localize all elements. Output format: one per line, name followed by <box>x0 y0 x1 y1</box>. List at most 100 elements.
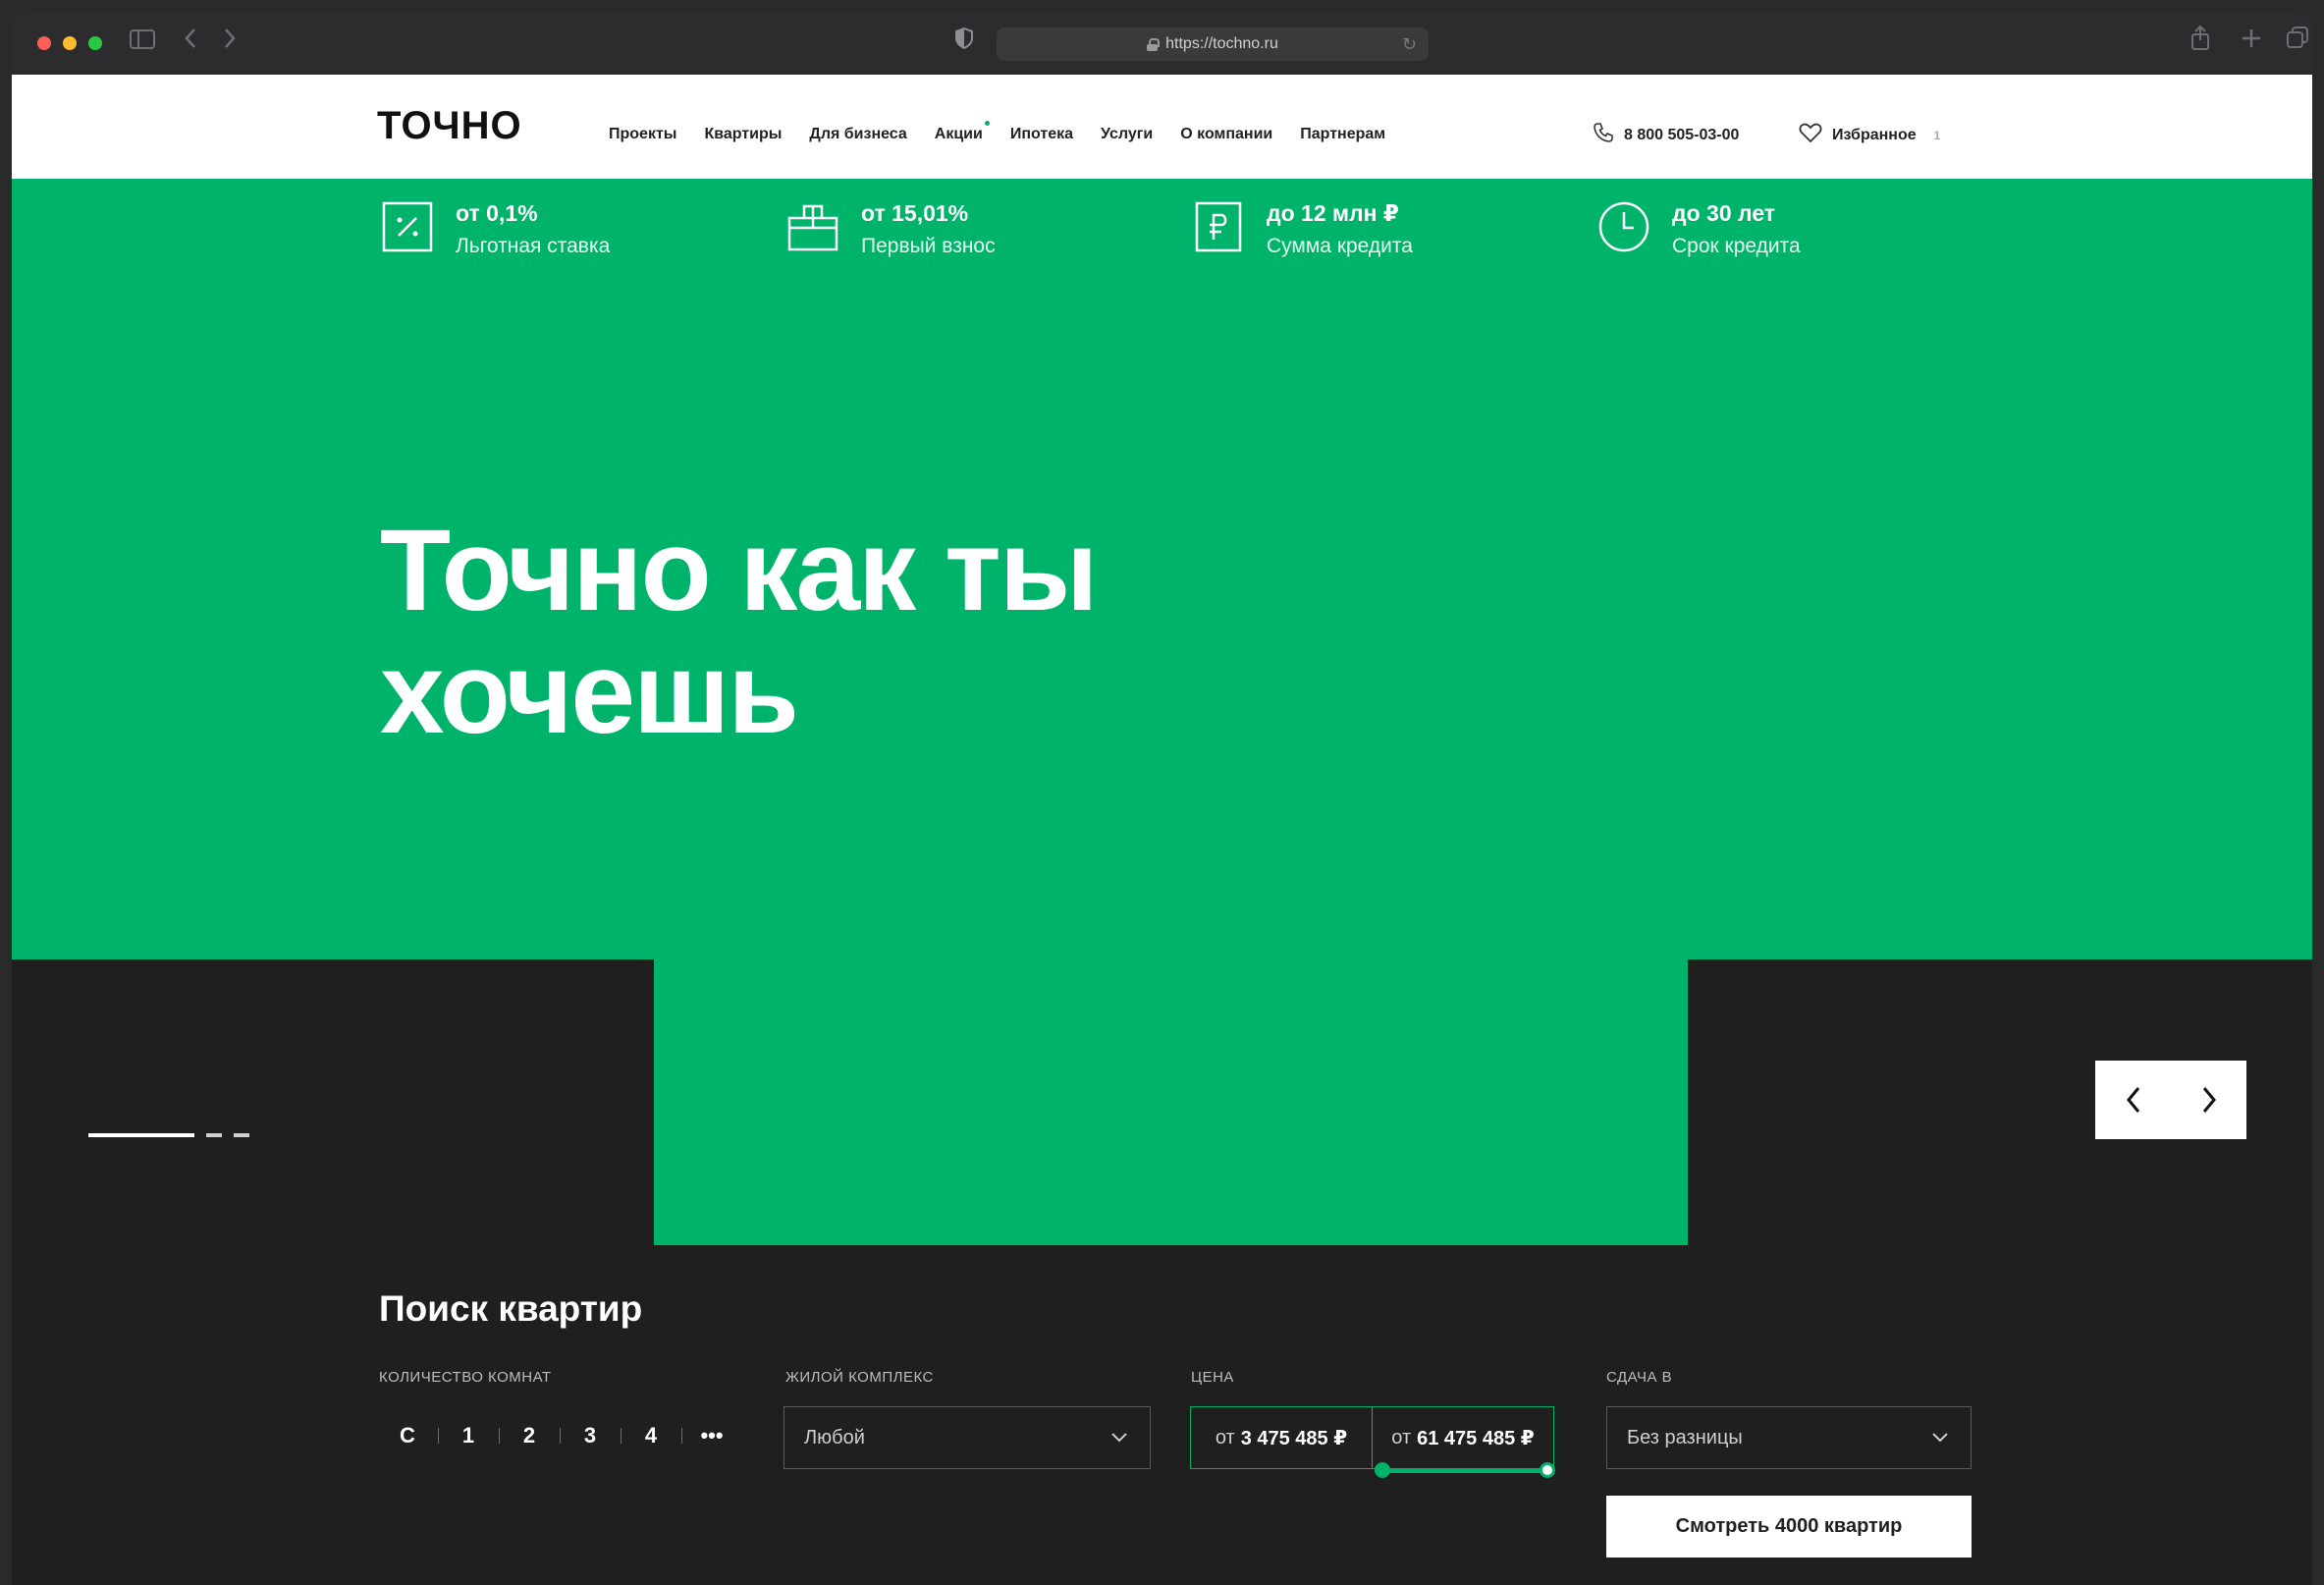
ruble-icon <box>1192 200 1245 253</box>
room-option-1[interactable]: 1 <box>438 1423 499 1448</box>
clock-icon <box>1597 200 1650 253</box>
nav-item-projects[interactable]: Проекты <box>609 126 676 143</box>
price-min-handle[interactable] <box>1375 1462 1390 1478</box>
search-title: Поиск квартир <box>379 1288 643 1329</box>
hero-title: Точно как ты хочешь <box>380 510 1264 755</box>
delivery-select[interactable]: Без разницы <box>1606 1406 1972 1469</box>
room-option-2[interactable]: 2 <box>499 1423 560 1448</box>
room-option-3[interactable]: 3 <box>560 1423 621 1448</box>
benefit-loan-amount: до 12 млн ₽ Сумма кредита <box>1192 192 1597 258</box>
nav-item-about[interactable]: О компании <box>1180 126 1272 143</box>
benefit-label: Срок кредита <box>1672 235 1801 257</box>
nav-item-partners[interactable]: Партнерам <box>1300 126 1385 143</box>
rooms-label: Количество комнат <box>379 1369 552 1386</box>
slide-indicator-2[interactable] <box>206 1133 222 1137</box>
tab-overview-icon[interactable] <box>2286 26 2309 56</box>
benefit-label: Льготная ставка <box>456 235 611 257</box>
phone-icon <box>1593 122 1614 148</box>
back-icon[interactable] <box>184 26 197 56</box>
main-nav: Проекты Квартиры Для бизнеса Акции Ипоте… <box>609 121 1385 143</box>
benefit-rate: от 0,1% Льготная ставка <box>381 192 786 258</box>
reload-icon[interactable]: ↻ <box>1402 34 1417 55</box>
hero-image-placeholder <box>654 959 1688 1245</box>
site-header: ТОЧНО Проекты Квартиры Для бизнеса Акции… <box>12 75 2312 179</box>
nav-item-promotions-label: Акции <box>934 126 983 142</box>
delivery-label: Сдача в <box>1606 1369 1673 1386</box>
complex-select[interactable]: Любой <box>784 1406 1151 1469</box>
benefit-value: от 0,1% <box>456 200 538 226</box>
price-from-prefix: от <box>1215 1426 1235 1448</box>
chevron-left-icon <box>2126 1087 2139 1113</box>
slide-indicator-1[interactable] <box>88 1133 194 1137</box>
price-to-value: 61 475 485 ₽ <box>1417 1427 1535 1449</box>
favorites-label: Избранное <box>1832 126 1917 143</box>
forward-icon[interactable] <box>223 26 237 56</box>
url-text: https://tochno.ru <box>1165 35 1278 52</box>
favorites-count: 1 <box>1933 128 1941 142</box>
nav-item-services[interactable]: Услуги <box>1101 126 1153 143</box>
price-to-prefix: от <box>1391 1426 1412 1448</box>
benefit-down-payment: от 15,01% Первый взнос <box>786 192 1192 258</box>
address-bar[interactable]: https://tochno.ru ↻ <box>997 27 1429 61</box>
maximize-window-button[interactable] <box>88 36 102 50</box>
browser-titlebar: https://tochno.ru ↻ <box>12 12 2312 75</box>
benefit-value: до 30 лет <box>1672 200 1776 226</box>
benefit-term-text: до 30 лет Срок кредита <box>1672 192 1801 258</box>
favorites-link[interactable]: Избранное 1 <box>1799 122 1940 148</box>
complex-value: Любой <box>804 1426 865 1448</box>
chevron-down-icon <box>1931 1427 1949 1449</box>
complex-label: Жилой комплекс <box>785 1369 934 1386</box>
room-option-studio[interactable]: С <box>377 1423 438 1448</box>
hero-banner: от 0,1% Льготная ставка от 15,01% Первый… <box>12 179 2312 959</box>
benefit-loan-amount-text: до 12 млн ₽ Сумма кредита <box>1267 192 1413 258</box>
price-label: Цена <box>1191 1369 1234 1386</box>
nav-item-apartments[interactable]: Квартиры <box>704 126 782 143</box>
slider-arrows <box>2095 1061 2246 1139</box>
rooms-selector: С 1 2 3 4 ••• <box>377 1406 742 1465</box>
slide-next-button[interactable] <box>2185 1070 2234 1129</box>
percent-icon <box>381 200 434 253</box>
benefit-value: от 15,01% <box>861 200 969 226</box>
minimize-window-button[interactable] <box>63 36 77 50</box>
nav-item-mortgage[interactable]: Ипотека <box>1010 126 1073 143</box>
price-from-input[interactable]: от 3 475 485 ₽ <box>1190 1406 1373 1469</box>
benefit-label: Сумма кредита <box>1267 235 1413 257</box>
benefit-rate-text: от 0,1% Льготная ставка <box>456 192 610 258</box>
sidebar-toggle-icon[interactable] <box>130 26 155 56</box>
heart-icon <box>1799 122 1822 148</box>
close-window-button[interactable] <box>37 36 51 50</box>
show-apartments-button[interactable]: Смотреть 4000 квартир <box>1606 1496 1972 1558</box>
benefit-label: Первый взнос <box>861 235 996 257</box>
lock-icon <box>1147 37 1161 51</box>
window-controls <box>37 36 102 50</box>
mortgage-benefits: от 0,1% Льготная ставка от 15,01% Первый… <box>381 192 2003 258</box>
price-range-track <box>1382 1469 1547 1473</box>
nav-item-business[interactable]: Для бизнеса <box>809 126 906 143</box>
nav-item-promotions[interactable]: Акции <box>934 121 990 143</box>
hero-title-line1: Точно как ты <box>380 506 1099 635</box>
chevron-right-icon <box>2202 1087 2216 1113</box>
phone-number: 8 800 505-03-00 <box>1624 126 1740 143</box>
browser-window: https://tochno.ru ↻ ТОЧНО Проекты Кварти… <box>12 12 2312 1585</box>
slide-indicator-3[interactable] <box>234 1133 249 1137</box>
room-option-4[interactable]: 4 <box>621 1423 681 1448</box>
price-to-input[interactable]: от 61 475 485 ₽ <box>1372 1406 1554 1469</box>
privacy-shield-icon[interactable] <box>954 26 974 56</box>
bag-icon <box>786 200 839 253</box>
room-option-more[interactable]: ••• <box>681 1423 742 1448</box>
benefit-term: до 30 лет Срок кредита <box>1597 192 2003 258</box>
benefit-value: до 12 млн ₽ <box>1267 200 1399 226</box>
phone-link[interactable]: 8 800 505-03-00 <box>1593 122 1739 148</box>
slider-pager <box>88 1133 249 1137</box>
site-logo[interactable]: ТОЧНО <box>377 104 522 148</box>
price-from-value: 3 475 485 ₽ <box>1240 1427 1348 1449</box>
chevron-down-icon <box>1110 1427 1128 1449</box>
slide-prev-button[interactable] <box>2109 1070 2158 1129</box>
share-icon[interactable] <box>2189 25 2211 58</box>
benefit-down-payment-text: от 15,01% Первый взнос <box>861 192 996 258</box>
new-tab-icon[interactable] <box>2241 26 2262 56</box>
new-indicator-dot <box>984 121 990 126</box>
hero-title-line2: хочешь <box>380 629 799 758</box>
price-max-handle[interactable] <box>1540 1462 1555 1478</box>
delivery-value: Без разницы <box>1627 1426 1743 1448</box>
